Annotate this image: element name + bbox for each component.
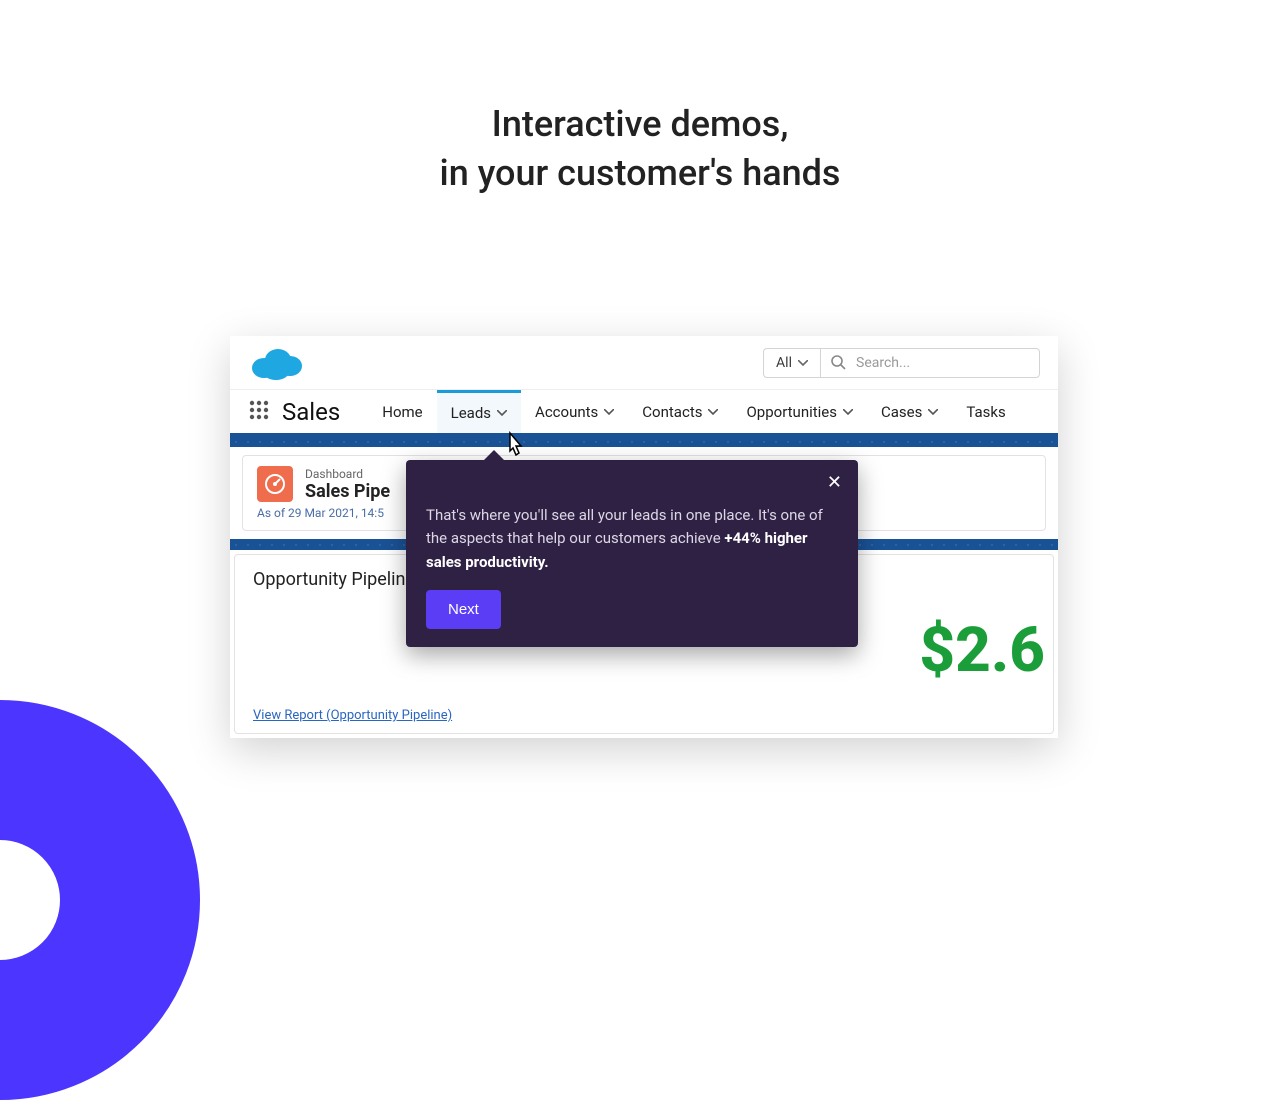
tab-contacts-label: Contacts [642, 403, 702, 421]
chevron-down-icon [928, 409, 938, 415]
search-icon [831, 355, 846, 370]
search-scope-dropdown[interactable]: All [763, 348, 820, 378]
tooltip-arrow [484, 450, 504, 460]
chevron-down-icon [843, 409, 853, 415]
tab-accounts[interactable]: Accounts [521, 390, 628, 433]
hero-line1: Interactive demos, [0, 100, 1280, 149]
close-icon[interactable]: ✕ [827, 474, 842, 492]
tab-tasks-label: Tasks [966, 403, 1005, 421]
tab-leads[interactable]: Leads [437, 390, 521, 433]
tab-opportunities[interactable]: Opportunities [732, 390, 867, 433]
salesforce-header: All Search... [230, 336, 1058, 390]
cloud-logo-icon [248, 344, 304, 382]
chevron-down-icon [497, 410, 507, 416]
chevron-down-icon [798, 360, 808, 366]
tab-leads-label: Leads [451, 404, 491, 422]
view-report-link[interactable]: View Report (Opportunity Pipeline) [253, 708, 452, 723]
tab-contacts[interactable]: Contacts [628, 390, 732, 433]
chevron-down-icon [708, 409, 718, 415]
chevron-down-icon [604, 409, 614, 415]
tab-tasks[interactable]: Tasks [952, 390, 1019, 433]
tab-accounts-label: Accounts [535, 403, 598, 421]
salesforce-logo [248, 344, 763, 382]
search-input[interactable]: Search... [820, 348, 1040, 378]
gauge-icon [257, 466, 293, 502]
app-launcher-icon[interactable] [248, 399, 270, 425]
hero-title: Interactive demos, in your customer's ha… [0, 100, 1280, 197]
pattern-band [230, 436, 1058, 447]
hero-line2: in your customer's hands [0, 149, 1280, 198]
tab-cases[interactable]: Cases [867, 390, 952, 433]
next-button[interactable]: Next [426, 590, 501, 629]
tab-home[interactable]: Home [368, 390, 436, 433]
onboarding-tooltip: ✕ That's where you'll see all your leads… [406, 460, 858, 647]
dashboard-title: Sales Pipe [305, 481, 390, 502]
search-scope-label: All [776, 355, 792, 371]
salesforce-nav: Sales Home Leads Accounts Contacts Oppor… [230, 390, 1058, 436]
tab-home-label: Home [382, 403, 422, 421]
pipeline-big-value: $2.6 [919, 614, 1045, 687]
app-title: Sales [282, 398, 340, 426]
tab-cases-label: Cases [881, 403, 922, 421]
decorative-circle [0, 700, 200, 1100]
search-placeholder: Search... [856, 355, 910, 371]
tab-opportunities-label: Opportunities [746, 403, 837, 421]
tooltip-body: That's where you'll see all your leads i… [426, 504, 838, 574]
dashboard-label: Dashboard [305, 467, 390, 481]
